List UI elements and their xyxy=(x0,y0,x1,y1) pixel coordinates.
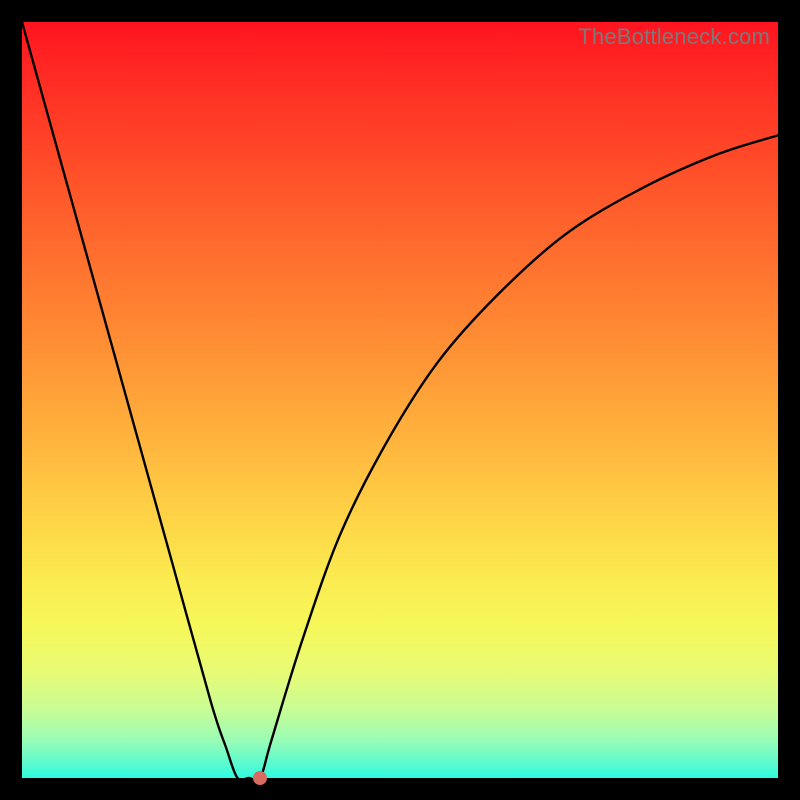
bottleneck-curve xyxy=(22,22,778,778)
optimal-point-marker xyxy=(253,771,267,785)
plot-area: TheBottleneck.com xyxy=(22,22,778,778)
chart-frame: TheBottleneck.com xyxy=(0,0,800,800)
